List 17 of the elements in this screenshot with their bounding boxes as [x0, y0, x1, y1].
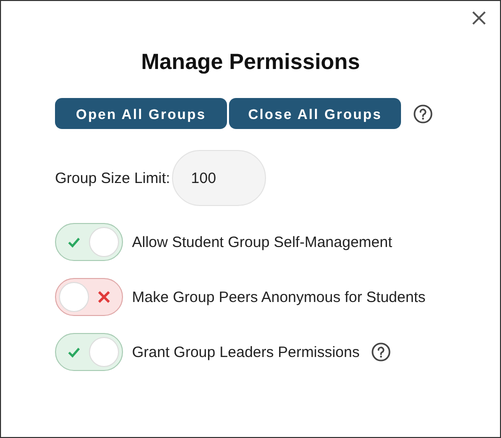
check-icon	[67, 235, 81, 249]
toggle-label: Make Group Peers Anonymous for Students	[132, 288, 426, 306]
check-icon	[67, 345, 81, 359]
toggle-switch[interactable]	[55, 223, 123, 261]
toggle-label: Allow Student Group Self-Management	[132, 234, 392, 250]
group-button[interactable]: Open All Groups	[55, 98, 227, 129]
toggle-switch[interactable]	[55, 278, 123, 316]
toggle-switch[interactable]	[55, 333, 123, 371]
size-limit-label: Group Size Limit:	[55, 170, 170, 186]
toggle-label: Grant Group Leaders Permissions	[132, 344, 360, 360]
help-icon[interactable]	[370, 342, 391, 362]
close-button[interactable]	[470, 9, 488, 27]
dialog-title: Manage Permissions	[140, 49, 361, 75]
group-button[interactable]: Close All Groups	[229, 98, 401, 129]
cross-icon	[97, 290, 111, 304]
size-limit-field[interactable]: 100	[172, 150, 266, 206]
help-icon[interactable]	[413, 104, 433, 124]
